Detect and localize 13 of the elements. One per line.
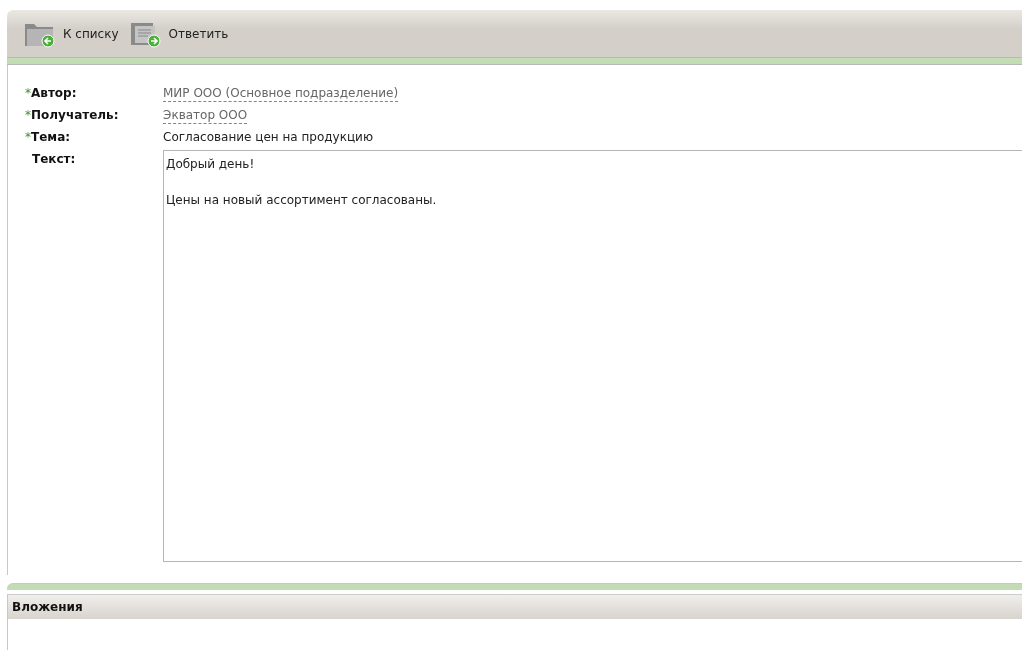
- toolbar-button[interactable]: К списку: [23, 19, 127, 48]
- toolbar-button[interactable]: Ответить: [128, 19, 237, 48]
- field-value: Согласование цен на продукцию: [163, 129, 373, 144]
- field-label: *Тема:: [25, 129, 72, 144]
- field-label: *Получатель:: [25, 107, 120, 122]
- section-header: Вложения: [8, 594, 1022, 619]
- text-area[interactable]: Добрый день! Цены на новый ассортимент согласованы.: [163, 150, 1022, 562]
- link[interactable]: Экватор ООО: [163, 106, 248, 124]
- text-paragraph: Цены на новый ассортимент согласованы.: [166, 192, 438, 209]
- field-label: *Автор:: [25, 85, 78, 100]
- text-paragraph: Добрый день!: [166, 156, 256, 173]
- link[interactable]: МИР ООО (Основное подразделение): [163, 84, 399, 102]
- field-label: Текст:: [31, 151, 77, 166]
